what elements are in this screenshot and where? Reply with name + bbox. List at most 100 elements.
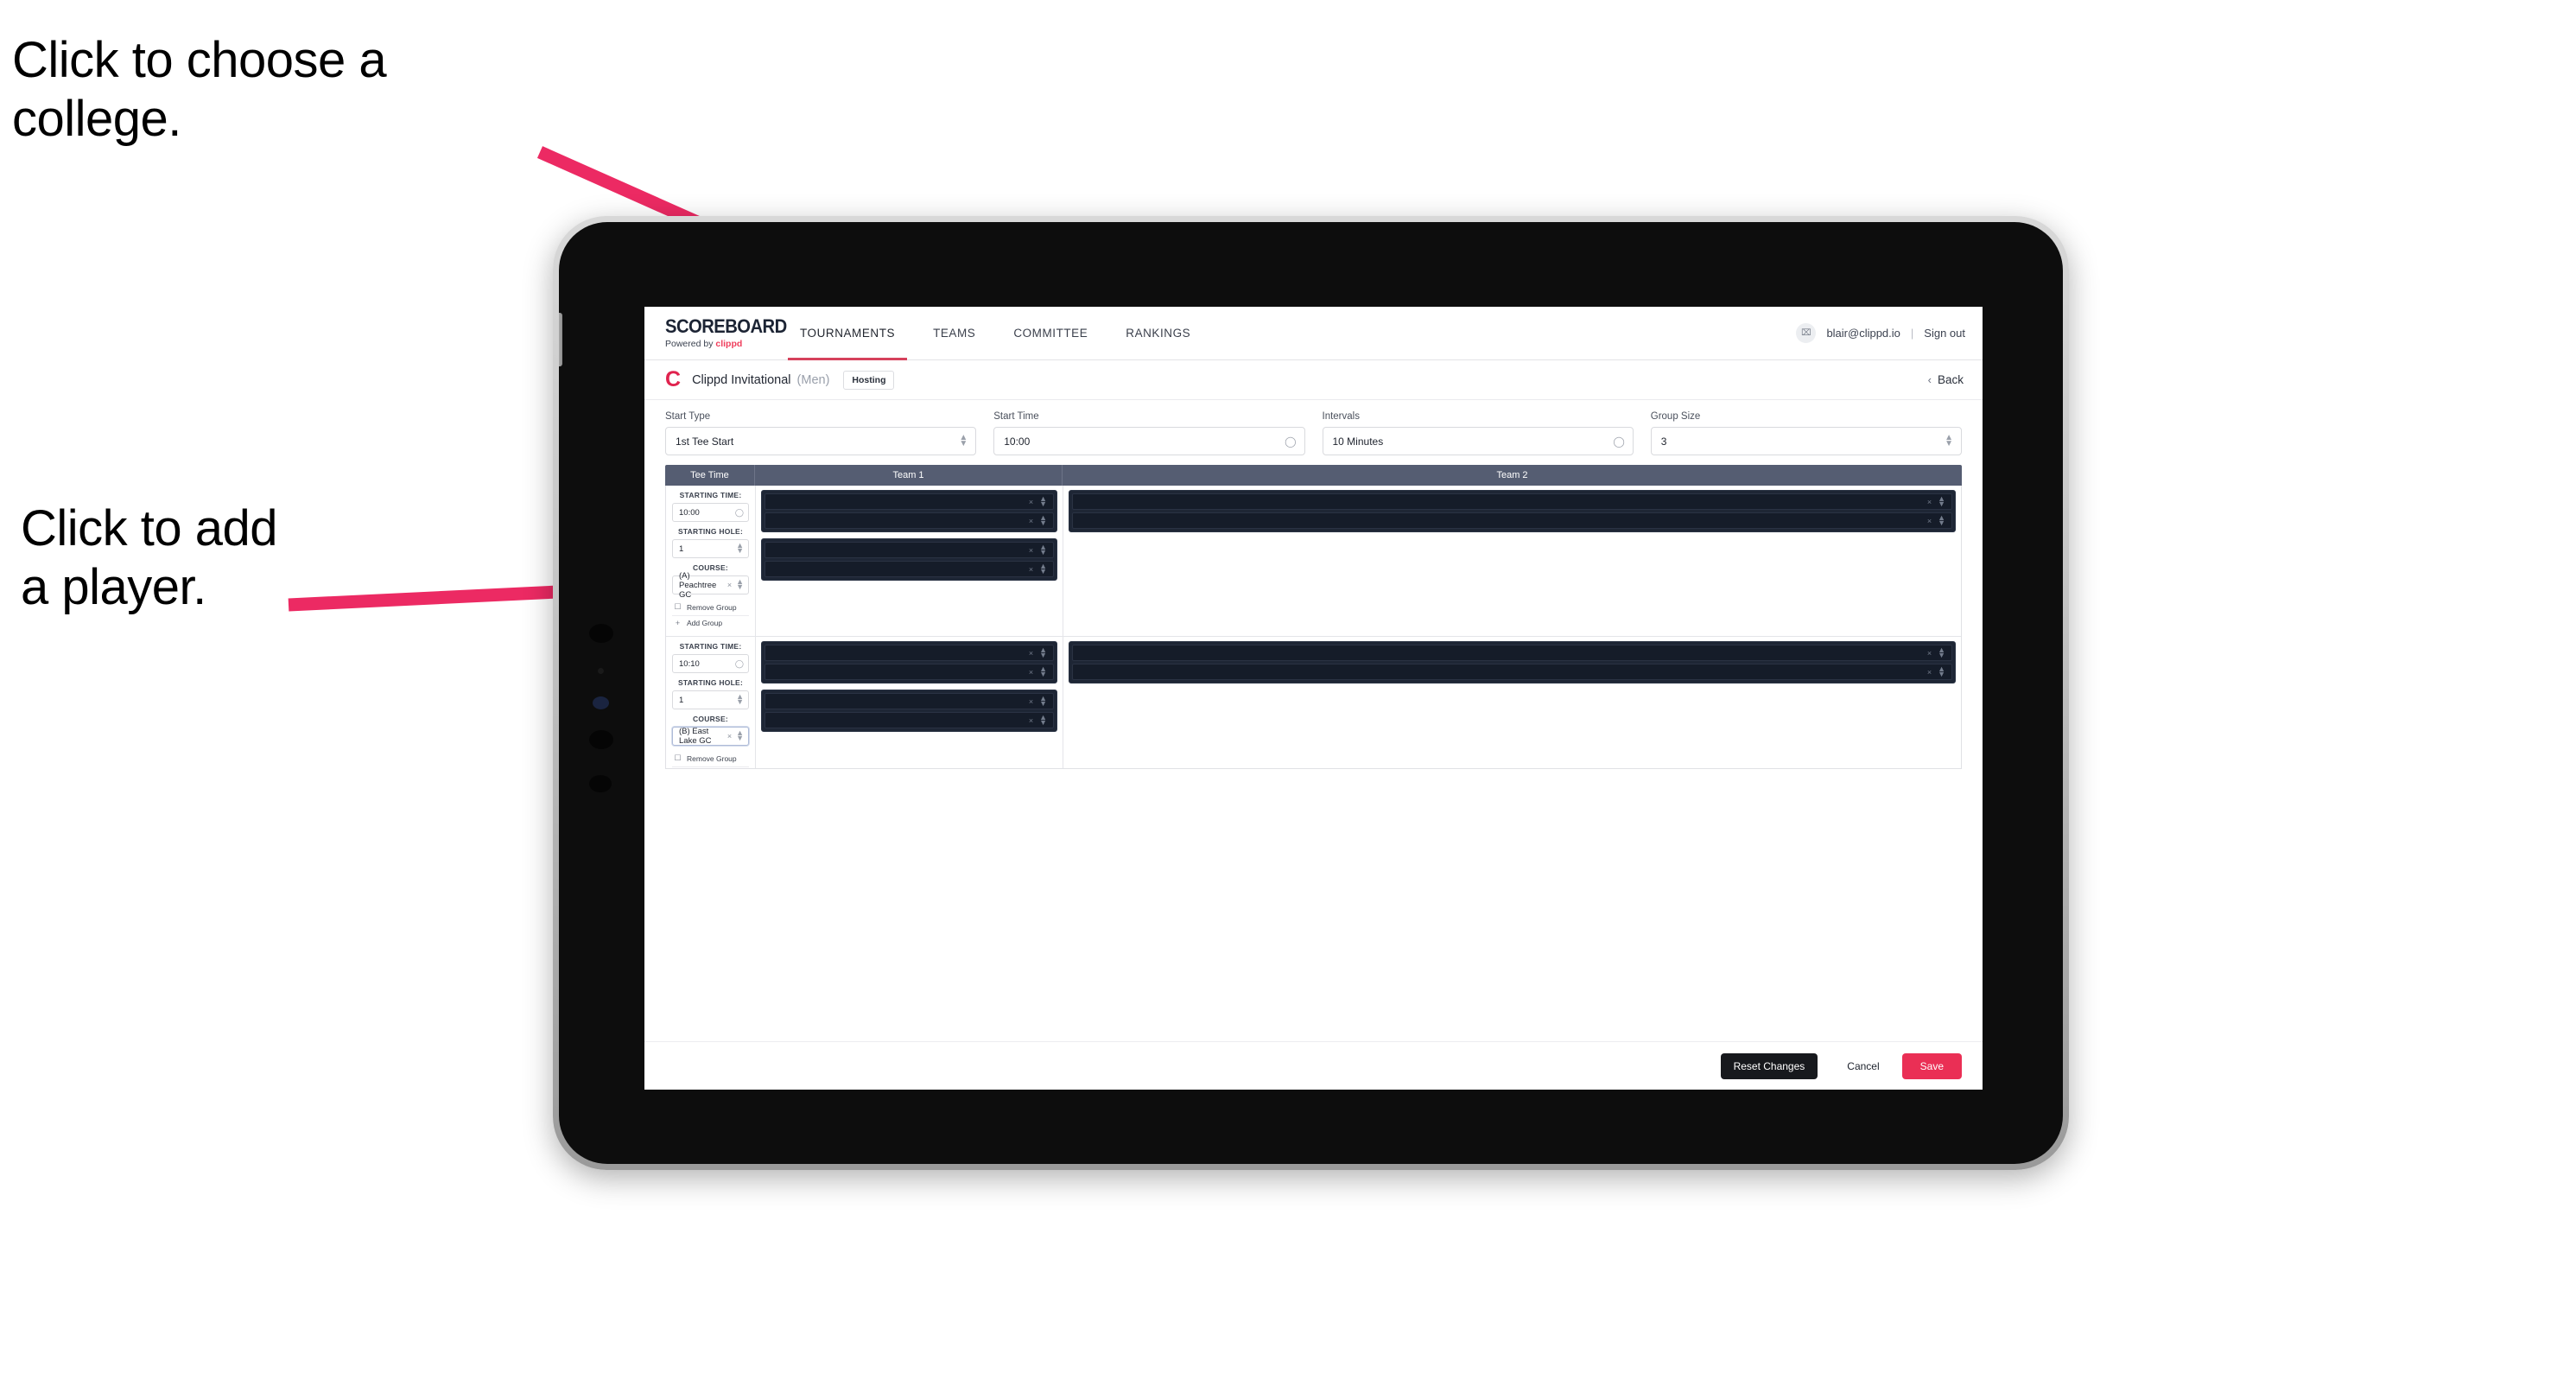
reset-changes-button[interactable]: Reset Changes [1720, 1052, 1818, 1079]
stepper-icon[interactable]: ▲ ▼ [1039, 645, 1047, 658]
clear-player-icon[interactable]: × [1029, 546, 1033, 555]
intervals-value: 10 Minutes [1332, 435, 1384, 448]
stepper-icon[interactable]: ▲ ▼ [1938, 513, 1945, 526]
course-select[interactable]: (B) East Lake GC × ▲ ▼ [672, 727, 749, 746]
starting-time-input[interactable]: 10:00 ◯ [672, 503, 749, 522]
add-group-button[interactable]: + Add Group [672, 616, 749, 630]
starting-time-input[interactable]: 10:10 ◯ [672, 654, 749, 673]
player-pair[interactable]: × ▲ ▼ × ▲ ▼ [761, 490, 1057, 532]
nav-tabs: TOURNAMENTS TEAMS COMMITTEE RANKINGS [781, 307, 1209, 360]
start-time-input[interactable]: 10:00 ◯ [993, 427, 1305, 455]
stepper-icon[interactable]: ▲ ▼ [1039, 543, 1047, 556]
clear-course-icon[interactable]: × [727, 732, 732, 741]
stepper-icon[interactable]: ▲ ▼ [959, 434, 968, 448]
add-group-button[interactable]: + Add Group [672, 767, 749, 768]
starting-hole-value: 1 [679, 544, 684, 554]
player-row[interactable]: × ▲ ▼ [1072, 493, 1952, 510]
player-row[interactable]: × ▲ ▼ [1072, 512, 1952, 529]
stepper-icon[interactable]: ▲ ▼ [1945, 434, 1953, 448]
team-2-cell: × ▲ ▼ × ▲ ▼ [1063, 637, 1961, 768]
course-select[interactable]: (A) Peachtree GC × ▲ ▼ [672, 571, 749, 600]
stepper-icon[interactable]: ▲ ▼ [1039, 694, 1047, 707]
course-value: (B) East Lake GC [679, 727, 712, 746]
player-pair[interactable]: × ▲ ▼ × ▲ ▼ [1069, 490, 1956, 532]
tee-time-group: STARTING TIME: 10:10 ◯ STARTING HOLE: 1 … [666, 637, 1961, 768]
clock-icon[interactable]: ◯ [1613, 436, 1624, 448]
team-1-cell: × ▲ ▼ × ▲ ▼ × ▲ ▼ × ▲ ▼ [756, 637, 1063, 768]
stepper-icon[interactable]: ▲ ▼ [1039, 562, 1047, 575]
player-row[interactable]: × ▲ ▼ [1072, 645, 1952, 661]
player-row[interactable]: × ▲ ▼ [765, 645, 1054, 661]
stepper-icon[interactable]: ▲ ▼ [1039, 664, 1047, 677]
volume-button[interactable] [559, 313, 562, 366]
player-row[interactable]: × ▲ ▼ [765, 664, 1054, 680]
tab-committee-label: COMMITTEE [1013, 327, 1088, 340]
stepper-icon[interactable]: ▲ ▼ [1039, 713, 1047, 726]
player-row[interactable]: × ▲ ▼ [765, 561, 1054, 577]
clear-player-icon[interactable]: × [1029, 649, 1033, 658]
player-pair[interactable]: × ▲ ▼ × ▲ ▼ [761, 538, 1057, 581]
starting-hole-select[interactable]: 1 ▲ ▼ [672, 690, 749, 709]
starting-hole-select[interactable]: 1 ▲ ▼ [672, 539, 749, 558]
stepper-icon[interactable]: ▲ ▼ [736, 693, 744, 706]
camera-lens-icon [589, 624, 613, 643]
player-row[interactable]: × ▲ ▼ [765, 512, 1054, 529]
intervals-input[interactable]: 10 Minutes ◯ [1322, 427, 1634, 455]
starting-time-label: STARTING TIME: [679, 642, 742, 651]
tab-tournaments[interactable]: TOURNAMENTS [781, 307, 914, 360]
stepper-icon[interactable]: ▲ ▼ [736, 729, 744, 742]
tab-committee[interactable]: COMMITTEE [994, 307, 1107, 360]
stepper-icon[interactable]: ▲ ▼ [1938, 664, 1945, 677]
stepper-icon[interactable]: ▲ ▼ [1039, 513, 1047, 526]
stepper-icon[interactable]: ▲ ▼ [1938, 645, 1945, 658]
clock-icon[interactable]: ◯ [1285, 436, 1296, 448]
clear-player-icon[interactable]: × [1029, 565, 1033, 574]
start-time-value: 10:00 [1004, 435, 1031, 448]
clock-icon[interactable]: ◯ [735, 659, 744, 669]
sign-out-link[interactable]: Sign out [1924, 327, 1965, 340]
clear-course-icon[interactable]: × [727, 581, 732, 589]
player-row[interactable]: × ▲ ▼ [765, 493, 1054, 510]
app-viewport: SCOREBOARD Powered by clippd TOURNAMENTS… [644, 307, 1983, 1090]
player-row[interactable]: × ▲ ▼ [765, 712, 1054, 728]
tee-times-table[interactable]: STARTING TIME: 10:00 ◯ STARTING HOLE: 1 … [665, 486, 1962, 769]
settings-bar: Start Type 1st Tee Start ▲ ▼ Start Time 1… [644, 400, 1983, 465]
start-type-label: Start Type [665, 411, 711, 422]
save-button[interactable]: Save [1901, 1052, 1962, 1079]
scoreboard-logo[interactable]: SCOREBOARD Powered by clippd [665, 317, 787, 350]
stepper-icon[interactable]: ▲ ▼ [736, 578, 744, 591]
clock-icon[interactable]: ◯ [735, 508, 744, 518]
stepper-icon[interactable]: ▲ ▼ [736, 542, 744, 555]
back-button[interactable]: ‹ Back [1928, 373, 1964, 386]
clear-player-icon[interactable]: × [1029, 498, 1033, 506]
stepper-icon[interactable]: ▲ ▼ [1938, 494, 1945, 507]
tab-teams[interactable]: TEAMS [914, 307, 994, 360]
clear-player-icon[interactable]: × [1927, 498, 1932, 506]
avatar[interactable]: ⌧ [1796, 323, 1817, 343]
clear-player-icon[interactable]: × [1029, 517, 1033, 525]
stepper-icon[interactable]: ▲ ▼ [1039, 494, 1047, 507]
clear-player-icon[interactable]: × [1029, 716, 1033, 725]
tab-rankings[interactable]: RANKINGS [1107, 307, 1209, 360]
player-row[interactable]: × ▲ ▼ [1072, 664, 1952, 680]
group-size-label: Group Size [1650, 411, 1701, 422]
clear-player-icon[interactable]: × [1927, 668, 1932, 677]
action-footer: Reset Changes Cancel Save [644, 1041, 1983, 1090]
clear-player-icon[interactable]: × [1927, 517, 1932, 525]
player-pair[interactable]: × ▲ ▼ × ▲ ▼ [761, 690, 1057, 732]
clear-player-icon[interactable]: × [1029, 697, 1033, 706]
remove-group-button[interactable]: ☐ Remove Group [672, 751, 749, 767]
player-row[interactable]: × ▲ ▼ [765, 693, 1054, 709]
logo-powered-text: Powered by [665, 339, 716, 349]
player-row[interactable]: × ▲ ▼ [765, 542, 1054, 558]
clear-player-icon[interactable]: × [1927, 649, 1932, 658]
cancel-button[interactable]: Cancel [1830, 1053, 1896, 1079]
clear-player-icon[interactable]: × [1029, 668, 1033, 677]
start-type-select[interactable]: 1st Tee Start ▲ ▼ [665, 427, 977, 455]
player-pair[interactable]: × ▲ ▼ × ▲ ▼ [1069, 641, 1956, 683]
remove-group-button[interactable]: ☐ Remove Group [672, 600, 749, 616]
player-pair[interactable]: × ▲ ▼ × ▲ ▼ [761, 641, 1057, 683]
column-header-team-1: Team 1 [755, 465, 1063, 486]
tab-rankings-label: RANKINGS [1126, 327, 1191, 340]
group-size-select[interactable]: 3 ▲ ▼ [1650, 427, 1962, 455]
